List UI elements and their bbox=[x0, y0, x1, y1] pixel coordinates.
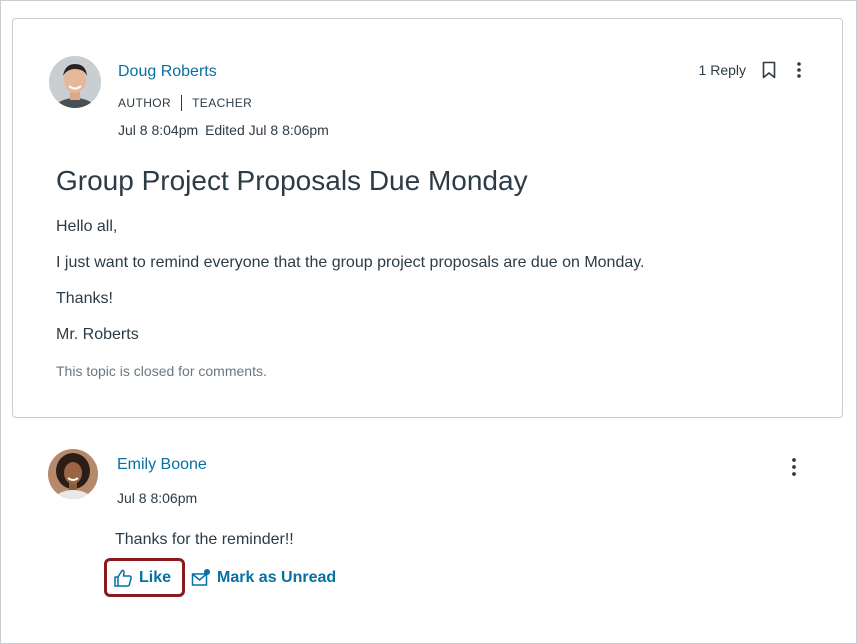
reply-message: Thanks for the reminder!! bbox=[115, 531, 294, 548]
topic-body-line: Thanks! bbox=[56, 290, 113, 307]
author-avatar[interactable] bbox=[49, 56, 101, 108]
author-roles: AUTHOR TEACHER bbox=[118, 95, 252, 111]
like-button[interactable]: Like bbox=[113, 568, 171, 588]
topic-title: Group Project Proposals Due Monday bbox=[56, 165, 528, 196]
author-name-link[interactable]: Doug Roberts bbox=[118, 63, 217, 81]
mark-as-unread-button[interactable]: Mark as Unread bbox=[191, 568, 336, 588]
closed-for-comments-note: This topic is closed for comments. bbox=[56, 363, 267, 379]
thumbs-up-icon bbox=[114, 569, 132, 587]
reply-kebab-menu-icon[interactable] bbox=[785, 456, 803, 478]
bookmark-icon[interactable] bbox=[760, 59, 778, 81]
topic-body-line: Mr. Roberts bbox=[56, 326, 139, 343]
posted-date: Jul 8 8:04pm bbox=[118, 122, 199, 138]
envelope-unread-icon bbox=[191, 569, 210, 586]
role-teacher-label: TEACHER bbox=[192, 96, 253, 110]
topic-body-line: I just want to remind everyone that the … bbox=[56, 254, 645, 271]
role-divider bbox=[181, 95, 183, 111]
kebab-menu-icon[interactable] bbox=[790, 59, 808, 81]
like-label: Like bbox=[139, 569, 172, 586]
role-author-label: AUTHOR bbox=[118, 96, 172, 110]
discussion-topic-card: Doug Roberts AUTHOR TEACHER Jul 8 8:04pm… bbox=[12, 18, 843, 418]
topic-body-line: Hello all, bbox=[56, 218, 118, 235]
edited-date: Edited Jul 8 8:06pm bbox=[205, 122, 329, 138]
post-date: Jul 8 8:04pm Edited Jul 8 8:06pm bbox=[118, 122, 329, 138]
reply-author-name-link[interactable]: Emily Boone bbox=[117, 456, 207, 474]
reply-author-avatar[interactable] bbox=[48, 449, 98, 499]
reply-count: 1 Reply bbox=[698, 62, 746, 78]
reply-date: Jul 8 8:06pm bbox=[117, 490, 198, 506]
mark-as-unread-label: Mark as Unread bbox=[217, 569, 337, 586]
topic-actions: 1 Reply bbox=[699, 59, 808, 81]
